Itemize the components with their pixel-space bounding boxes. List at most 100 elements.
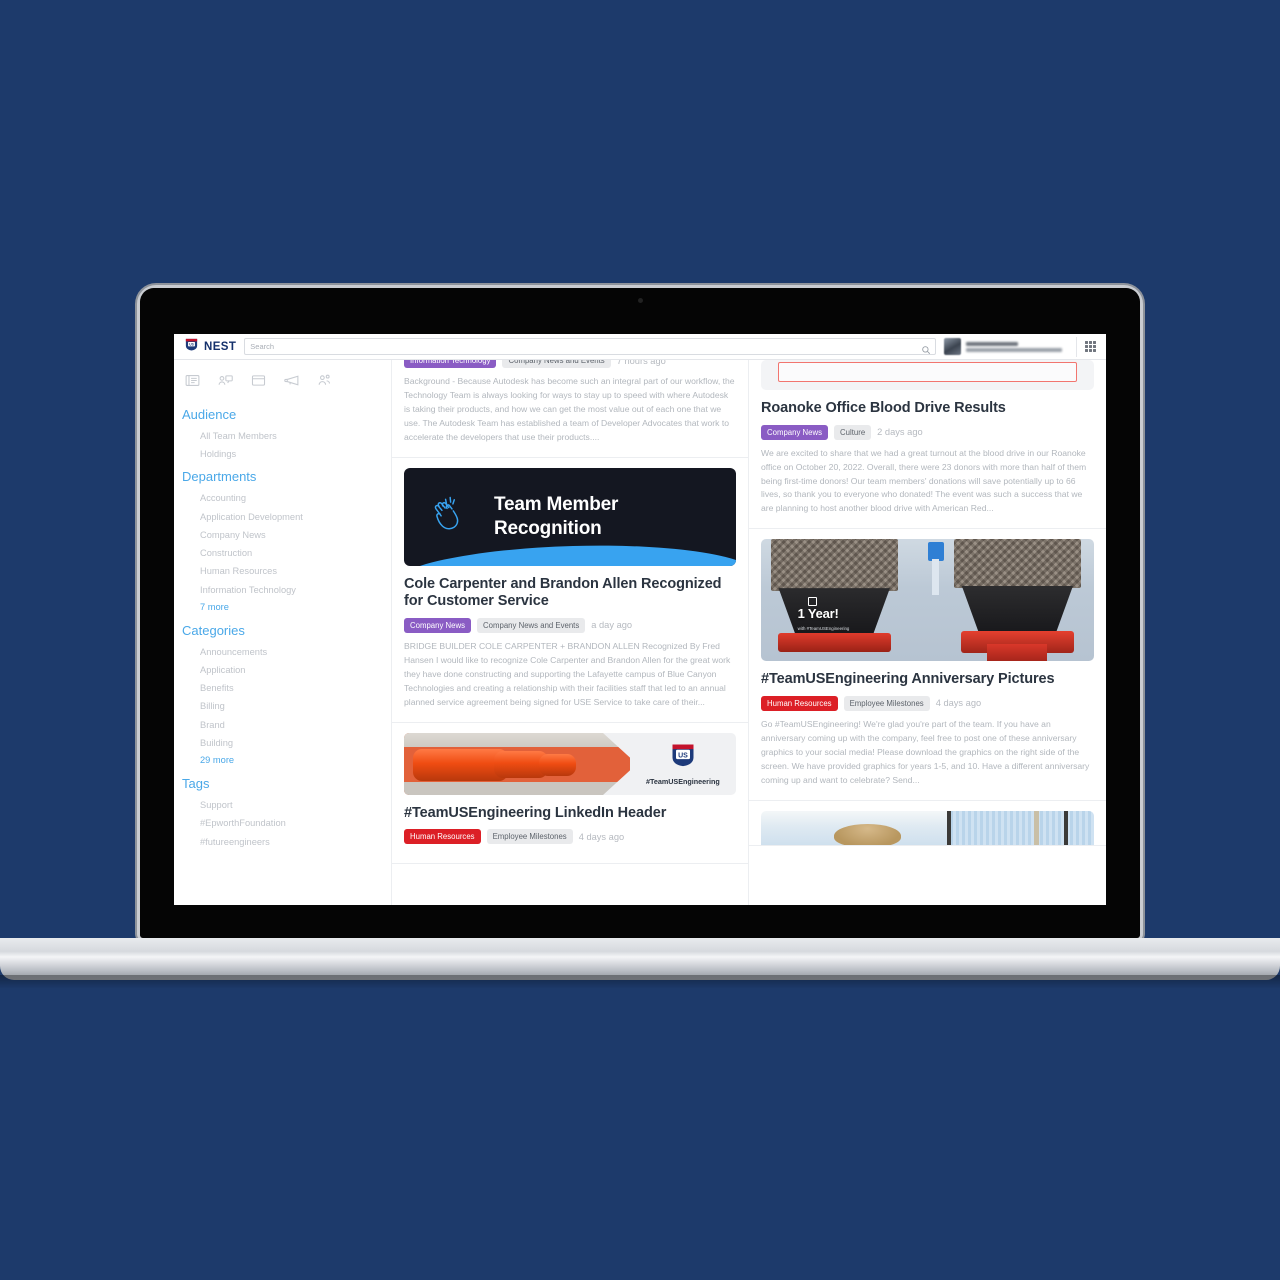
news-article-icon[interactable] <box>184 372 201 389</box>
sidebar: Audience All Team Members Holdings Depar… <box>174 360 392 905</box>
sidebar-item-announcements[interactable]: Announcements <box>174 643 391 661</box>
post-timestamp: 4 days ago <box>935 698 982 709</box>
brand[interactable]: US NEST <box>180 337 236 357</box>
post-photo-partial[interactable] <box>761 810 1094 845</box>
header-divider <box>1076 336 1077 357</box>
sidebar-group-categories: Categories Announcements Application Ben… <box>174 619 391 770</box>
post-card[interactable]: Information Technology Company News and … <box>392 360 748 458</box>
sidebar-item-human-resources[interactable]: Human Resources <box>174 562 391 580</box>
sidebar-item-information-technology[interactable]: Information Technology <box>174 581 391 599</box>
us-shield-logo-icon: US <box>184 337 199 357</box>
search-input[interactable] <box>250 342 930 351</box>
sidebar-item-application-development[interactable]: Application Development <box>174 508 391 526</box>
sidebar-item-support[interactable]: Support <box>174 796 391 814</box>
feed-column-left: Information Technology Company News and … <box>392 360 749 905</box>
linkedin-logo-block: US #TeamUSEngineering <box>630 733 736 795</box>
badge-department[interactable]: Human Resources <box>761 695 838 711</box>
badge-category[interactable]: Company News and Events <box>502 360 611 368</box>
sidebar-group-departments: Departments Accounting Application Devel… <box>174 465 391 616</box>
post-card[interactable]: Team Member Recognition Cole Carpenter a… <box>392 458 748 723</box>
banner-line-1: Team Member <box>494 494 619 516</box>
post-meta: Information Technology Company News and … <box>404 360 736 368</box>
post-timestamp: 2 days ago <box>877 427 923 438</box>
laptop-lid: US NEST Search Audience All Team Members… <box>140 288 1140 938</box>
post-excerpt: We are excited to share that we had a gr… <box>761 447 1087 514</box>
badge-category[interactable]: Employee Milestones <box>843 695 930 711</box>
profile-card-icon[interactable] <box>217 372 234 389</box>
app-body: Audience All Team Members Holdings Depar… <box>174 360 1106 905</box>
window-icon[interactable] <box>250 372 267 389</box>
clapping-hands-icon <box>430 492 474 541</box>
laptop-base-shadow <box>0 975 1280 989</box>
sidebar-group-audience: Audience All Team Members Holdings <box>174 403 391 463</box>
sidebar-group-title[interactable]: Tags <box>174 772 391 796</box>
laptop-base <box>0 938 1280 980</box>
post-excerpt: BRIDGE BUILDER COLE CARPENTER + BRANDON … <box>404 640 731 707</box>
svg-text:US: US <box>678 752 688 759</box>
post-timestamp: 4 days ago <box>578 831 625 842</box>
feed-column-right: Roanoke Office Blood Drive Results Compa… <box>749 360 1106 905</box>
us-logo-overlay-icon <box>807 596 817 606</box>
avatar[interactable] <box>944 338 961 355</box>
post-card[interactable] <box>749 801 1106 846</box>
post-excerpt: Background - Because Autodesk has become… <box>404 376 735 442</box>
sidebar-departments-more[interactable]: 7 more <box>174 599 391 617</box>
sidebar-group-tags: Tags Support #EpworthFoundation #futuree… <box>174 772 391 851</box>
sidebar-item-brand[interactable]: Brand <box>174 716 391 734</box>
post-photo-anniversary[interactable]: 1 Year! with #TeamUSEngineering <box>761 539 1094 662</box>
hashtag-label: #TeamUSEngineering <box>645 777 720 787</box>
user-menu[interactable] <box>944 338 1068 355</box>
post-card[interactable]: US #TeamUSEngineering #TeamUSEngineering… <box>392 723 748 865</box>
apps-grid-icon[interactable] <box>1085 341 1096 352</box>
laptop-mockup: US NEST Search Audience All Team Members… <box>0 0 1280 1280</box>
sidebar-group-title[interactable]: Departments <box>174 465 391 489</box>
sidebar-item-billing[interactable]: Billing <box>174 697 391 715</box>
sidebar-item-accounting[interactable]: Accounting <box>174 489 391 507</box>
sidebar-item-application[interactable]: Application <box>174 661 391 679</box>
sidebar-item-epworthfoundation[interactable]: #EpworthFoundation <box>174 814 391 832</box>
post-image-placeholder[interactable] <box>761 360 1094 390</box>
post-timestamp: 7 hours ago <box>616 360 666 366</box>
badge-category[interactable]: Company News and Events <box>477 617 586 633</box>
post-title[interactable]: #TeamUSEngineering LinkedIn Header <box>404 805 736 823</box>
post-title[interactable]: #TeamUSEngineering Anniversary Pictures <box>761 671 1094 689</box>
badge-department[interactable]: Company News <box>761 424 829 440</box>
badge-department[interactable]: Information Technology <box>404 360 497 368</box>
sidebar-item-building[interactable]: Building <box>174 734 391 752</box>
post-banner-linkedin-header[interactable]: US #TeamUSEngineering <box>404 732 736 795</box>
webcam-icon <box>638 298 643 303</box>
post-card[interactable]: 1 Year! with #TeamUSEngineering #TeamUSE… <box>749 529 1106 801</box>
search-icon[interactable] <box>921 342 931 360</box>
post-meta: Human Resources Employee Milestones 4 da… <box>404 829 736 845</box>
megaphone-icon[interactable] <box>283 372 300 389</box>
brand-name: NEST <box>204 340 237 353</box>
banner-text: Team Member Recognition <box>494 493 618 539</box>
sidebar-item-benefits[interactable]: Benefits <box>174 679 391 697</box>
post-meta: Company News Company News and Events a d… <box>404 617 736 633</box>
post-excerpt: Go #TeamUSEngineering! We're glad you're… <box>761 718 1090 785</box>
post-card[interactable]: Roanoke Office Blood Drive Results Compa… <box>749 360 1106 530</box>
people-group-icon[interactable] <box>316 372 333 389</box>
post-title[interactable]: Roanoke Office Blood Drive Results <box>761 400 1094 418</box>
sidebar-group-title[interactable]: Categories <box>174 619 391 643</box>
sidebar-item-company-news[interactable]: Company News <box>174 526 391 544</box>
badge-department[interactable]: Human Resources <box>404 829 481 845</box>
post-banner-team-member-recognition[interactable]: Team Member Recognition <box>404 467 736 566</box>
sidebar-categories-more[interactable]: 29 more <box>174 752 391 770</box>
search-box[interactable] <box>244 338 936 355</box>
badge-department[interactable]: Company News <box>404 617 472 633</box>
screen: US NEST Search Audience All Team Members… <box>174 334 1106 905</box>
sidebar-item-futureengineers[interactable]: #futureengineers <box>174 833 391 851</box>
placeholder-frame <box>777 362 1078 382</box>
sidebar-item-all-team-members[interactable]: All Team Members <box>174 427 391 445</box>
sidebar-item-construction[interactable]: Construction <box>174 544 391 562</box>
sidebar-group-title[interactable]: Audience <box>174 403 391 427</box>
sidebar-item-holdings[interactable]: Holdings <box>174 445 391 463</box>
photo-overlay-subtext: with #TeamUSEngineering <box>797 625 850 631</box>
badge-category[interactable]: Culture <box>834 424 872 440</box>
boiler-photo <box>404 732 630 795</box>
post-title[interactable]: Cole Carpenter and Brandon Allen Recogni… <box>404 576 736 611</box>
app-header: US NEST <box>174 334 1106 360</box>
badge-category[interactable]: Employee Milestones <box>486 829 573 845</box>
post-meta: Human Resources Employee Milestones 4 da… <box>761 695 1094 711</box>
